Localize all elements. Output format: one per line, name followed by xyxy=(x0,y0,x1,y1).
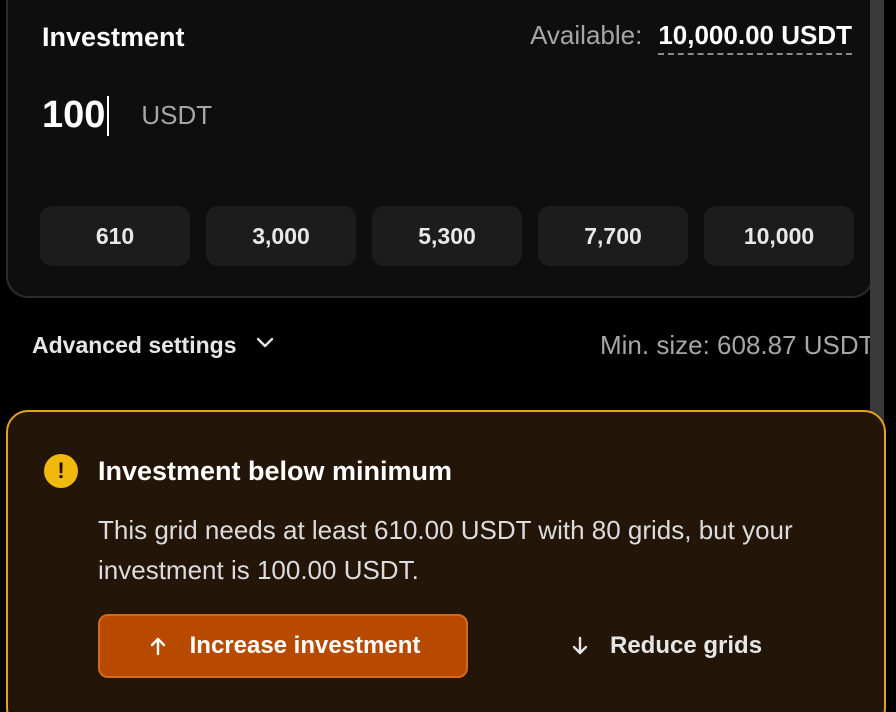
investment-title: Investment xyxy=(42,22,185,52)
preset-button-4[interactable]: 7,700 xyxy=(538,206,688,266)
arrow-up-icon xyxy=(146,634,170,658)
investment-card: Investment Available: 10,000.00 USDT 100… xyxy=(6,0,874,298)
chevron-down-icon xyxy=(253,330,277,360)
increase-investment-label: Increase investment xyxy=(189,632,421,659)
reduce-grids-label: Reduce grids xyxy=(610,632,763,659)
warning-icon: ! xyxy=(44,454,78,488)
preset-button-2[interactable]: 3,000 xyxy=(206,206,356,266)
text-caret xyxy=(107,95,110,136)
investment-amount-input[interactable]: 100 USDT xyxy=(42,94,212,137)
preset-button-5[interactable]: 10,000 xyxy=(704,206,854,266)
grid-bot-investment-panel: Investment Available: 10,000.00 USDT 100… xyxy=(0,0,896,712)
advanced-settings-toggle[interactable]: Advanced settings xyxy=(32,330,277,360)
preset-amounts: 610 3,000 5,300 7,700 10,000 xyxy=(40,206,854,266)
warning-title: Investment below minimum xyxy=(98,456,453,486)
increase-investment-button[interactable]: Increase investment xyxy=(98,614,468,678)
warning-message: This grid needs at least 610.00 USDT wit… xyxy=(98,515,793,585)
preset-button-3[interactable]: 5,300 xyxy=(372,206,522,266)
investment-amount-value[interactable]: 100 xyxy=(42,94,105,137)
investment-unit: USDT xyxy=(141,100,213,130)
reduce-grids-button[interactable]: Reduce grids xyxy=(568,614,762,678)
arrow-down-icon xyxy=(568,634,592,658)
advanced-settings-label: Advanced settings xyxy=(32,331,237,358)
min-size-text: Min. size: 608.87 USDT xyxy=(600,330,875,360)
available-value[interactable]: 10,000.00 USDT xyxy=(658,20,852,55)
warning-card: ! Investment below minimum This grid nee… xyxy=(6,410,886,712)
available-balance: Available: 10,000.00 USDT xyxy=(530,20,852,55)
preset-button-1[interactable]: 610 xyxy=(40,206,190,266)
available-label: Available: xyxy=(530,20,643,50)
